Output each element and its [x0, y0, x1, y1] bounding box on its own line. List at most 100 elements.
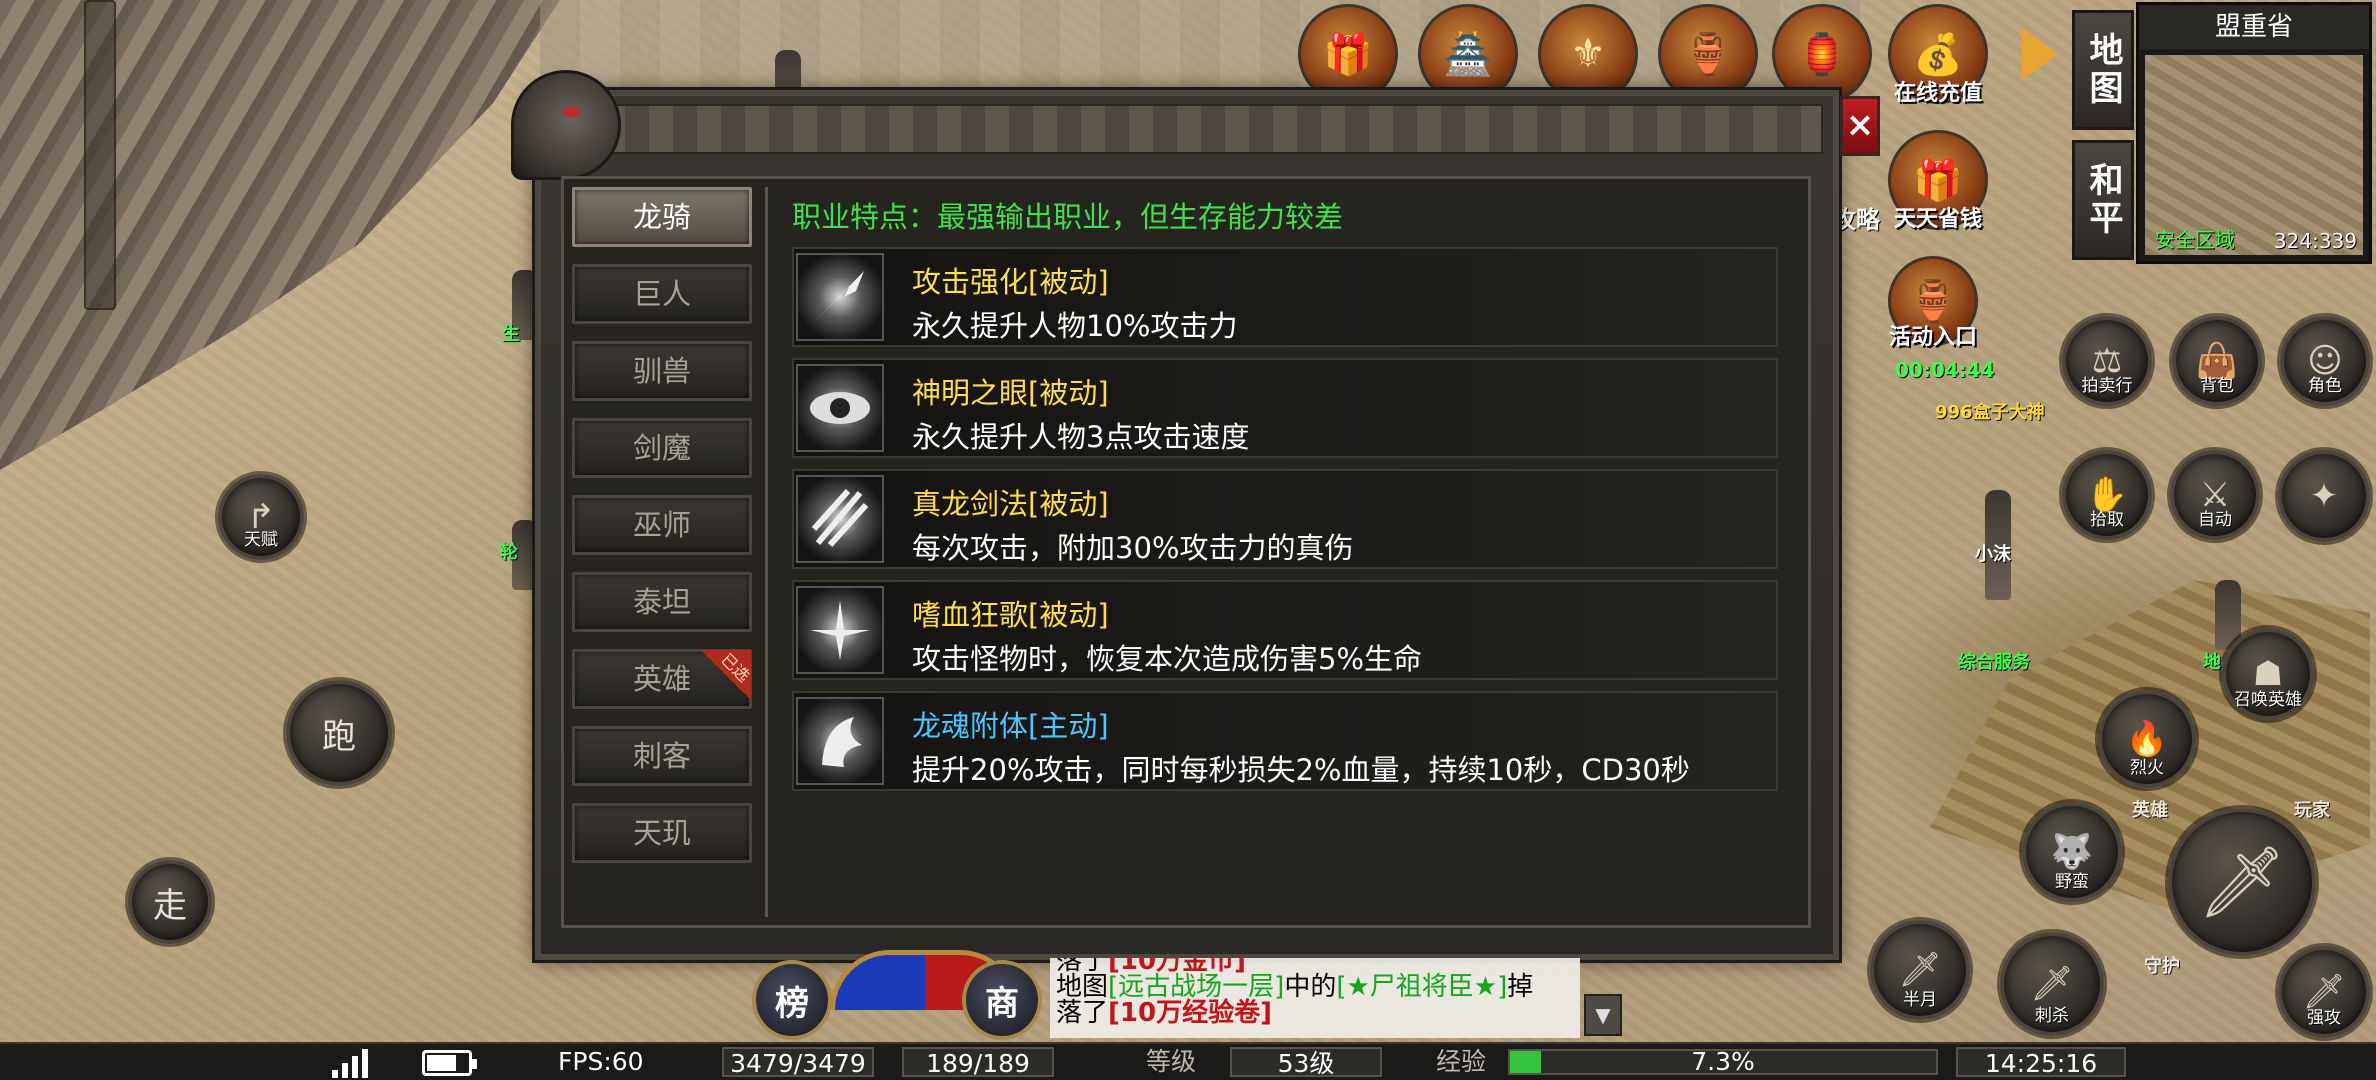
gift-box-icon[interactable]: 🎁 — [1298, 4, 1398, 104]
auto-label: 自动 — [2198, 510, 2232, 530]
class-tab[interactable]: 巨人 — [572, 264, 752, 324]
fps-readout: FPS:60 — [558, 1047, 644, 1076]
crescent-skill-button[interactable]: 🗡 半月 — [1870, 920, 1970, 1020]
pickup-label: 拾取 — [2090, 510, 2124, 530]
auto-button[interactable]: ⚔ 自动 — [2170, 450, 2260, 540]
strategy-label[interactable]: 攻略 — [1832, 200, 1880, 235]
class-tab-label: 英雄 — [632, 662, 691, 696]
eye-icon — [796, 364, 884, 452]
skill-name: 嗜血狂歌[被动] — [912, 598, 1109, 632]
fire-skill-button[interactable]: 🔥 烈火 — [2098, 690, 2196, 788]
class-tab[interactable]: 刺客 — [572, 726, 752, 786]
pickup-button[interactable]: ✋ 拾取 — [2062, 450, 2152, 540]
chat-item-link[interactable]: [10万经验卷] — [1108, 998, 1272, 1028]
class-tab-label: 剑魔 — [632, 431, 691, 465]
class-tab-label: 天玑 — [632, 816, 691, 850]
minimap-view[interactable]: 安全区域 324:339 — [2145, 55, 2363, 255]
summon-hero-button[interactable]: ☗ 召唤英雄 — [2222, 628, 2314, 720]
golden-armor-icon[interactable]: ⚜ — [1538, 4, 1638, 104]
daily-save-label: 天天省钱 — [1893, 207, 1982, 232]
blood-slash-icon — [796, 586, 884, 674]
event-entry-button[interactable]: 🏺 活动入口 — [1888, 256, 1978, 350]
class-tab[interactable]: 龙骑 — [572, 187, 752, 247]
feather-blade-icon — [796, 253, 884, 341]
bag-label: 背包 — [2200, 376, 2234, 396]
skill-row[interactable]: 嗜血狂歌[被动] 攻击怪物时，恢复本次造成伤害5%生命 — [792, 580, 1778, 680]
skill-description: 每次攻击，附加30%攻击力的真伤 — [912, 531, 1354, 565]
compass-button[interactable]: ✦ — [2278, 450, 2370, 542]
class-tab-list: 龙骑巨人驯兽剑魔巫师泰坦英雄 已选刺客天玑 — [572, 187, 768, 917]
chat-expand-button[interactable]: ▼ — [1584, 994, 1622, 1036]
assassinate-skill-button[interactable]: 🗡 刺杀 — [2000, 932, 2104, 1036]
chat-line: 落了[10万经验卷] — [1056, 1000, 1574, 1026]
talent-button[interactable]: ↱ 天赋 — [218, 474, 304, 560]
skill-list: 攻击强化[被动] 永久提升人物10%攻击力神明之眼[被动] 永久提升人物3点攻击速度… — [792, 247, 1778, 791]
class-tab-label: 驯兽 — [632, 354, 691, 388]
dialog-header-bar — [551, 104, 1823, 154]
chat-text: 掉 — [1507, 972, 1534, 1002]
map-button[interactable]: 地图 — [2072, 10, 2134, 130]
skill-row[interactable]: 攻击强化[被动] 永久提升人物10%攻击力 — [792, 247, 1778, 347]
wolf-icon: 🐺 — [2050, 832, 2094, 872]
blade-icon: 🗡 — [1898, 950, 1942, 990]
npc-service-label: 综合服务 — [1958, 652, 2030, 673]
recharge-label: 在线充值 — [1893, 81, 1982, 106]
hero-tag[interactable]: 英雄 — [2132, 796, 2168, 822]
skill-name: 攻击强化[被动] — [912, 265, 1109, 299]
level-label: 等级 — [1146, 1047, 1197, 1076]
minimap[interactable]: 盟重省 安全区域 324:339 — [2136, 2, 2372, 264]
bag-button[interactable]: 👜 背包 — [2172, 316, 2262, 406]
auction-button[interactable]: ⚖ 拍卖行 — [2062, 316, 2152, 406]
walk-label: 走 — [153, 885, 187, 926]
gold-ingot-icon[interactable]: 💰 在线充值 — [1888, 4, 1988, 106]
shop-button[interactable]: 商 — [962, 960, 1042, 1040]
map-region-title: 盟重省 — [2139, 5, 2369, 49]
crescent-label: 半月 — [1903, 990, 1937, 1010]
dialog-body: 龙骑 巨人 驯兽 剑魔 巫师 泰坦 英雄 已选 刺客 天玑 职业特点：最强输出职业，但生存能力较差… — [561, 176, 1811, 928]
selected-badge: 已选 — [717, 649, 754, 686]
class-tab-label: 刺客 — [632, 739, 691, 773]
class-tab[interactable]: 剑魔 — [572, 418, 752, 478]
expand-arrow-icon[interactable] — [2022, 28, 2058, 80]
peace-mode-button[interactable]: 和平 — [2072, 140, 2134, 260]
run-label: 跑 — [322, 716, 356, 757]
skill-description: 永久提升人物10%攻击力 — [912, 309, 1238, 343]
wild-skill-button[interactable]: 🐺 野蛮 — [2022, 802, 2122, 902]
skill-row[interactable]: 神明之眼[被动] 永久提升人物3点攻击速度 — [792, 358, 1778, 458]
castle-icon[interactable]: 🏯 — [1418, 4, 1518, 104]
exp-bar: 7.3% — [1508, 1049, 1938, 1075]
player-name-label: 小沫 — [1975, 544, 2011, 565]
class-intro-dialog: 龙骑 巨人 驯兽 剑魔 巫师 泰坦 英雄 已选 刺客 天玑 职业特点：最强输出职业，但生存能力较差… — [511, 70, 1839, 960]
skill-description: 提升20%攻击，同时每秒损失2%血量，持续10秒，CD30秒 — [912, 753, 1690, 787]
player-tag[interactable]: 玩家 — [2294, 796, 2330, 822]
chat-boss-link[interactable]: [★尸祖将臣★] — [1336, 972, 1507, 1002]
close-button[interactable]: × — [1840, 96, 1880, 156]
treasure-pot-icon[interactable]: 🏺 — [1658, 4, 1758, 104]
daily-save-button[interactable]: 🎁 天天省钱 — [1888, 130, 1988, 232]
class-tab[interactable]: 天玑 — [572, 803, 752, 863]
dragon-claw-icon — [796, 475, 884, 563]
chat-log[interactable]: 落了[10万金币] 地图[远古战场一层]中的[★尸祖将臣★]掉 落了[10万经验… — [1050, 958, 1580, 1038]
class-tab[interactable]: 巫师 — [572, 495, 752, 555]
role-label: 角色 — [2308, 376, 2342, 396]
shop-icon[interactable]: 🏮 — [1772, 4, 1872, 104]
strong-attack-button[interactable]: 🗡 强攻 — [2278, 946, 2370, 1038]
attack-button[interactable]: 🗡 — [2168, 808, 2316, 956]
clock: 14:25:16 — [1956, 1047, 2126, 1078]
guard-tag[interactable]: 守护 — [2144, 952, 2180, 978]
class-tab[interactable]: 驯兽 — [572, 341, 752, 401]
rank-button[interactable]: 榜 — [752, 960, 832, 1040]
class-tab[interactable]: 英雄 已选 — [572, 649, 754, 709]
chat-text: 落了 — [1056, 998, 1109, 1028]
skill-row[interactable]: 真龙剑法[被动] 每次攻击，附加30%攻击力的真伤 — [792, 469, 1778, 569]
class-tab-label: 龙骑 — [632, 200, 691, 234]
run-button[interactable]: 跑 — [286, 680, 392, 786]
left-collapse-tab[interactable] — [84, 0, 116, 310]
signal-icon — [332, 1049, 368, 1078]
walk-button[interactable]: 走 — [128, 860, 212, 944]
boss-title-label: 996盒子大神 — [1935, 402, 2045, 423]
gold-ingot-glyph: 💰 — [1913, 31, 1963, 78]
class-tab[interactable]: 泰坦 — [572, 572, 752, 632]
role-button[interactable]: ☺ 角色 — [2280, 316, 2370, 406]
skill-row[interactable]: 龙魂附体[主动] 提升20%攻击，同时每秒损失2%血量，持续10秒，CD30秒 — [792, 691, 1778, 791]
